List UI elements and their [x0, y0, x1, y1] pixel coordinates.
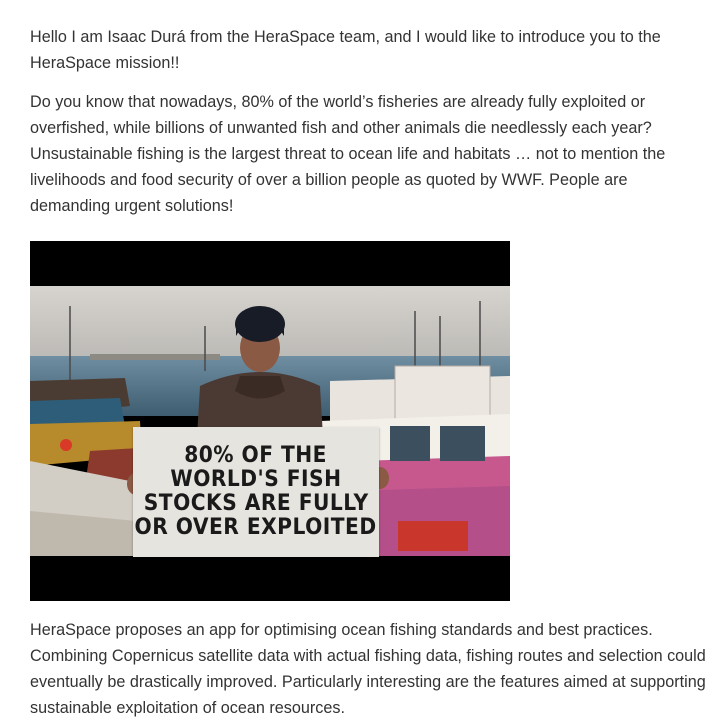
sign-line: OR OVER EXPLOITED [134, 515, 378, 540]
sign-line: 80% OF THE [184, 443, 328, 468]
proposal-paragraph: HeraSpace proposes an app for optimising… [30, 621, 706, 717]
protest-sign: 80% OF THE WORLD'S FISH STOCKS ARE FULLY… [133, 427, 379, 557]
article-body: Hello I am Isaac Durá from the HeraSpace… [30, 24, 706, 721]
video-frame: 80% OF THE WORLD'S FISH STOCKS ARE FULLY… [30, 286, 510, 557]
fisheries-paragraph: Do you know that nowadays, 80% of the wo… [30, 93, 666, 215]
intro-paragraph: Hello I am Isaac Durá from the HeraSpace… [30, 28, 661, 72]
sign-line: WORLD'S FISH [170, 467, 342, 492]
sign-line: STOCKS ARE FULLY [143, 491, 369, 516]
video-embed[interactable]: 80% OF THE WORLD'S FISH STOCKS ARE FULLY… [30, 241, 510, 601]
